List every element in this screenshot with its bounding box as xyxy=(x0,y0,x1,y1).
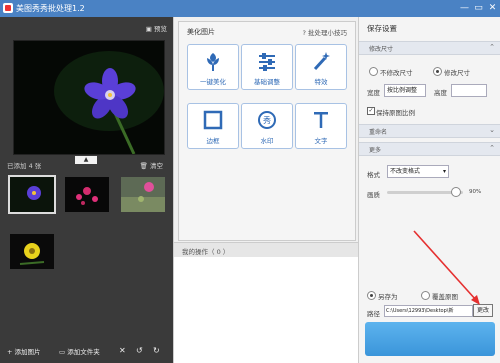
annotation-arrow-icon xyxy=(413,230,480,305)
